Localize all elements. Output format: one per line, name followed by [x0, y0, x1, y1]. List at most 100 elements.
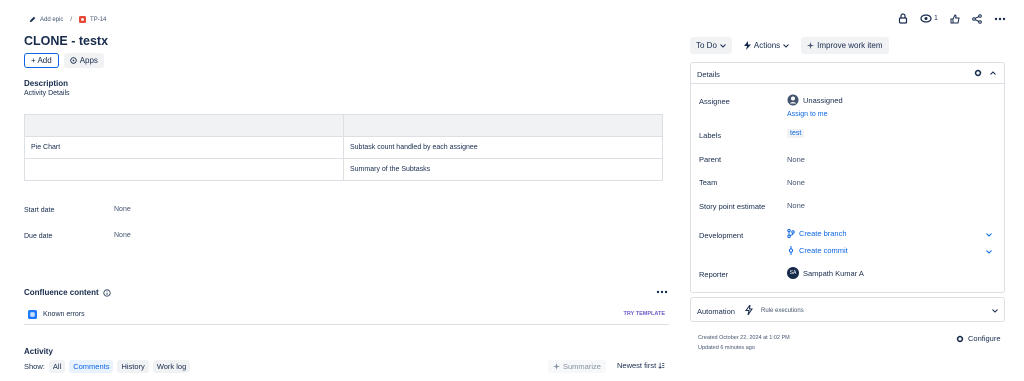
parent-value[interactable]: None [787, 155, 805, 164]
story-point-value[interactable]: None [787, 201, 805, 210]
show-label: Show: [24, 362, 45, 371]
watch-count: 1 [934, 15, 938, 22]
status-dropdown[interactable]: To Do [690, 37, 732, 54]
apps-button[interactable]: Apps [63, 53, 104, 68]
automation-panel[interactable]: Automation Rule executions [690, 297, 1005, 322]
sparkle-icon [807, 42, 815, 49]
add-button[interactable]: + Add [24, 53, 59, 68]
more-icon[interactable] [994, 17, 1006, 21]
lock-icon[interactable] [898, 13, 908, 24]
bug-icon [79, 16, 87, 23]
rule-executions-label: Rule executions [761, 308, 804, 314]
table-row: Summary of the Subtasks [24, 158, 663, 181]
chevron-down-icon [783, 43, 789, 48]
updated-text: Updated 6 minutes ago [698, 345, 755, 351]
share-icon[interactable] [972, 13, 982, 24]
user-avatar-icon [787, 94, 799, 106]
improve-work-item-button[interactable]: Improve work item [801, 37, 889, 54]
team-value[interactable]: None [787, 178, 805, 187]
reporter-name: Sampath Kumar A [803, 268, 864, 278]
assignee-value[interactable]: Unassigned [787, 94, 843, 106]
description-table: Pie Chart Subtask count handled by each … [24, 114, 663, 181]
due-date-label: Due date [24, 233, 53, 240]
confluence-more-icon[interactable] [656, 290, 668, 294]
configure-button[interactable]: Configure [956, 334, 1001, 343]
create-commit-label: Create commit [799, 246, 848, 255]
created-text: Created October 22, 2024 at 1:02 PM [698, 335, 790, 341]
sort-label: Newest first [617, 361, 657, 370]
summarize-label: Summarize [563, 362, 601, 371]
branch-icon [787, 229, 795, 238]
activity-tabs: Show: All Comments History Work log [24, 360, 191, 373]
breadcrumb-separator: / [70, 16, 73, 23]
tab-history[interactable]: History [117, 360, 149, 373]
apps-button-label: Apps [79, 56, 98, 65]
improve-label: Improve work item [817, 41, 883, 50]
create-branch-link[interactable]: Create branch [787, 229, 847, 238]
status-label: To Do [696, 41, 717, 50]
confluence-item-label: Known errors [43, 310, 85, 318]
actions-label: Actions [753, 41, 781, 50]
summarize-button[interactable]: Summarize [548, 360, 606, 373]
thumbs-up-icon[interactable] [950, 13, 960, 24]
create-commit-link[interactable]: Create commit [787, 246, 848, 255]
try-template-button[interactable]: TRY TEMPLATE [624, 311, 665, 317]
add-epic-link[interactable]: Add epic [40, 17, 63, 23]
issue-title[interactable]: CLONE - testx [24, 34, 108, 48]
details-panel: Details Assignee Unassigned Assign to me… [690, 62, 1005, 293]
table-cell: Subtask count handled by each assignee [343, 136, 663, 159]
tab-all[interactable]: All [48, 360, 66, 373]
automation-label: Automation [697, 307, 735, 316]
create-branch-label: Create branch [799, 229, 847, 238]
commit-icon [787, 246, 795, 255]
parent-label: Parent [699, 155, 722, 164]
configure-label: Configure [968, 334, 1001, 343]
pencil-icon [29, 16, 36, 23]
table-header-row [24, 114, 663, 137]
start-date-value[interactable]: None [114, 206, 131, 213]
labels-label: Labels [699, 131, 722, 140]
tab-comments[interactable]: Comments [69, 360, 114, 373]
chevron-down-icon[interactable] [986, 233, 992, 237]
table-header-cell [343, 114, 663, 137]
table-row: Pie Chart Subtask count handled by each … [24, 136, 663, 159]
reporter-value[interactable]: SA Sampath Kumar A [787, 267, 864, 279]
issue-key-link[interactable]: TP-14 [90, 17, 106, 23]
lightning-icon [743, 41, 751, 50]
development-label: Development [699, 231, 744, 240]
details-heading: Details [697, 70, 720, 79]
info-icon[interactable] [103, 288, 111, 297]
story-point-label: Story point estimate [699, 202, 766, 211]
sort-button[interactable]: Newest first [617, 361, 665, 370]
activity-heading: Activity [24, 347, 53, 356]
sort-icon [658, 362, 665, 369]
actions-dropdown[interactable]: Actions [738, 37, 795, 54]
reporter-avatar: SA [787, 267, 799, 279]
watch-button[interactable]: 1 [920, 14, 938, 23]
chevron-down-icon[interactable] [992, 309, 998, 313]
assign-to-me-link[interactable]: Assign to me [787, 111, 827, 118]
automation-bolt-icon [745, 305, 753, 315]
chevron-down-icon[interactable] [986, 250, 992, 254]
assignee-name: Unassigned [803, 95, 843, 105]
tab-work-log[interactable]: Work log [152, 360, 191, 373]
due-date-value[interactable]: None [114, 232, 131, 239]
chevron-up-icon[interactable] [990, 71, 996, 75]
gear-icon [956, 335, 964, 343]
description-text: Activity Details [24, 90, 70, 97]
gear-icon[interactable] [974, 69, 982, 77]
apps-icon [69, 57, 77, 64]
table-cell [24, 158, 344, 181]
add-button-label: + Add [31, 56, 52, 65]
details-header[interactable]: Details [691, 63, 1004, 84]
confluence-heading-row: Confluence content [24, 288, 111, 297]
table-header-cell [24, 114, 344, 137]
eye-icon [920, 14, 932, 23]
confluence-item[interactable]: Known errors TRY TEMPLATE [24, 304, 669, 325]
assignee-label: Assignee [699, 97, 730, 106]
table-cell: Summary of the Subtasks [343, 158, 663, 181]
sparkle-icon [553, 363, 560, 370]
confluence-heading: Confluence content [24, 288, 99, 297]
breadcrumb: Add epic / TP-14 [29, 16, 106, 23]
label-tag[interactable]: test [787, 129, 805, 138]
